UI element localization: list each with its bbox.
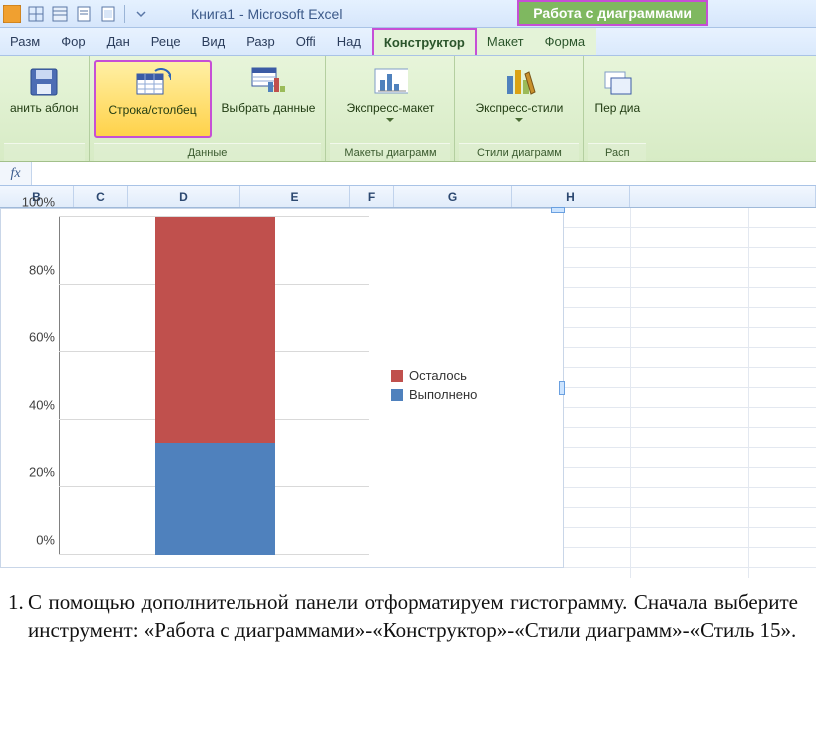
instruction-body: С помощью дополнительной панели отформат…	[28, 590, 798, 642]
sheet-icon[interactable]	[74, 4, 94, 24]
select-data-icon	[250, 64, 286, 100]
office-button-icon[interactable]	[2, 4, 22, 24]
ribbon-tab[interactable]: Реце	[141, 28, 192, 55]
ribbon-group-templates: анить аблон	[0, 56, 90, 161]
ribbon-group-styles: Экспресс-стили Стили диаграмм	[455, 56, 584, 161]
y-tick-label: 0%	[7, 533, 55, 548]
y-tick-label: 40%	[7, 397, 55, 412]
button-label: Экспресс-стили	[476, 102, 564, 116]
group-label	[4, 143, 85, 161]
col-header[interactable]: C	[74, 186, 128, 207]
group-label: Расп	[588, 143, 646, 161]
button-label: Пер диа	[594, 102, 640, 116]
ribbon-tab[interactable]: Фор	[51, 28, 96, 55]
legend-label: Осталось	[409, 368, 467, 383]
save-template-button[interactable]: анить аблон	[4, 60, 85, 138]
col-header[interactable]: G	[394, 186, 512, 207]
ribbon-tab[interactable]: Разм	[0, 28, 51, 55]
plot-area[interactable]: 0% 20% 40% 60% 80% 100%	[59, 217, 369, 555]
legend-label: Выполнено	[409, 387, 477, 402]
instruction-text: 1. С помощью дополнительной панели отфор…	[0, 578, 816, 645]
col-header[interactable]: D	[128, 186, 240, 207]
qat-dropdown-icon[interactable]	[131, 4, 151, 24]
ribbon-tab-format[interactable]: Форма	[535, 28, 597, 55]
column-headers: B C D E F G H	[0, 186, 816, 208]
ribbon: анить аблон	[0, 56, 816, 162]
formula-bar: fx	[0, 162, 816, 186]
chart-tools-label: Работа с диаграммами	[533, 5, 692, 21]
legend-item[interactable]: Выполнено	[391, 387, 477, 402]
button-label: Строка/столбец	[108, 104, 196, 118]
group-label: Данные	[94, 143, 322, 161]
col-header[interactable]: E	[240, 186, 350, 207]
worksheet-area[interactable]: 0% 20% 40% 60% 80% 100% Осталось Выполне…	[0, 208, 816, 578]
table-icon[interactable]	[50, 4, 70, 24]
col-header[interactable]	[630, 186, 816, 207]
ribbon-tab[interactable]: Дан	[97, 28, 141, 55]
group-label: Макеты диаграмм	[330, 143, 450, 161]
button-label: анить аблон	[10, 102, 79, 116]
ribbon-tab[interactable]: Вид	[192, 28, 237, 55]
legend-swatch-icon	[391, 389, 403, 401]
selection-handle-icon[interactable]	[559, 381, 565, 395]
ribbon-group-layouts: Экспресс-макет Макеты диаграмм	[326, 56, 455, 161]
title-bar: Книга1 - Microsoft Excel Работа с диагра…	[0, 0, 816, 28]
switch-rows-cols-icon	[135, 66, 171, 102]
list-number: 1.	[8, 588, 24, 616]
view-grid-icon[interactable]	[26, 4, 46, 24]
dropdown-caret-icon	[515, 118, 523, 122]
y-tick-label: 20%	[7, 465, 55, 480]
quick-styles-button[interactable]: Экспресс-стили	[459, 60, 579, 138]
formula-input[interactable]	[32, 162, 816, 185]
ribbon-tab[interactable]: Над	[327, 28, 372, 55]
bar-segment-remaining[interactable]	[155, 217, 275, 443]
y-axis	[59, 217, 60, 555]
quick-layout-button[interactable]: Экспресс-макет	[330, 60, 450, 138]
fx-icon[interactable]: fx	[0, 162, 32, 185]
chart-tools-contextual-tab[interactable]: Работа с диаграммами	[517, 0, 708, 26]
select-data-button[interactable]: Выбрать данные	[216, 60, 322, 138]
y-tick-label: 80%	[7, 262, 55, 277]
button-label: Экспресс-макет	[346, 102, 434, 116]
chart-legend[interactable]: Осталось Выполнено	[391, 364, 477, 406]
ribbon-tab-constructor[interactable]: Конструктор	[372, 28, 477, 55]
switch-row-col-button[interactable]: Строка/столбец	[94, 60, 212, 138]
floppy-disk-icon	[26, 64, 62, 100]
ribbon-tab-layout[interactable]: Макет	[477, 28, 535, 55]
col-header[interactable]: F	[350, 186, 394, 207]
chart-styles-icon	[501, 64, 537, 100]
legend-item[interactable]: Осталось	[391, 368, 477, 383]
ribbon-tabs: Разм Фор Дан Реце Вид Разр Offi Над Конс…	[0, 28, 816, 56]
move-chart-button[interactable]: Пер диа	[588, 60, 646, 138]
chart-layout-icon	[372, 64, 408, 100]
ribbon-tab[interactable]: Разр	[236, 28, 286, 55]
quick-access-toolbar	[0, 4, 151, 24]
y-tick-label: 60%	[7, 330, 55, 345]
y-tick-label: 100%	[7, 195, 55, 210]
legend-swatch-icon	[391, 370, 403, 382]
col-header[interactable]: H	[512, 186, 630, 207]
grid-background	[564, 208, 816, 578]
ribbon-tab[interactable]: Offi	[286, 28, 327, 55]
ribbon-group-data: Строка/столбец Выбрать данные Д	[90, 56, 327, 161]
group-label: Стили диаграмм	[459, 143, 579, 161]
document-title: Книга1 - Microsoft Excel	[191, 6, 342, 22]
button-label: Выбрать данные	[222, 102, 316, 116]
dropdown-caret-icon	[386, 118, 394, 122]
sheet2-icon[interactable]	[98, 4, 118, 24]
qat-separator	[124, 5, 125, 23]
ribbon-group-location: Пер диа Расп	[584, 56, 650, 161]
embedded-chart[interactable]: 0% 20% 40% 60% 80% 100% Осталось Выполне…	[0, 208, 564, 568]
selection-handle-icon[interactable]	[551, 207, 565, 213]
move-chart-icon	[599, 64, 635, 100]
bar-segment-done[interactable]	[155, 443, 275, 555]
